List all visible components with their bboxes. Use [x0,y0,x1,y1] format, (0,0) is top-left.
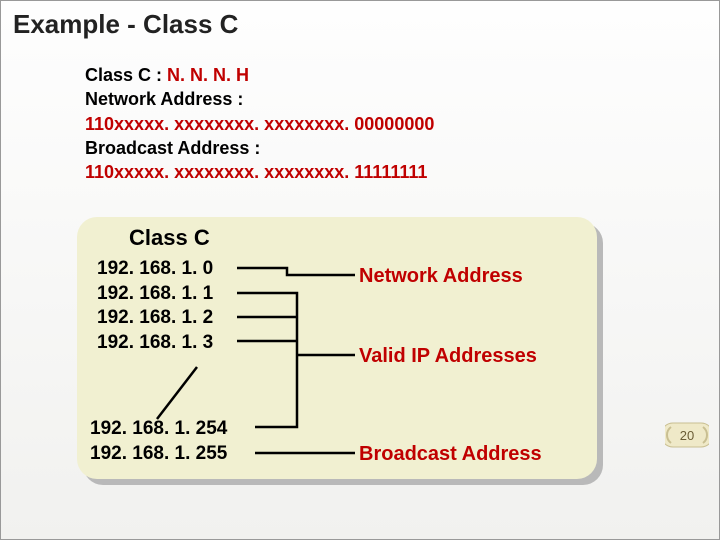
def-line-1-pattern: N. N. N. H [167,65,249,85]
panel-heading: Class C [129,225,210,251]
label-broadcast-address: Broadcast Address [359,443,542,466]
label-network-address: Network Address [359,265,523,288]
page-number-badge: 20 [665,419,709,451]
def-line-1-prefix: Class C : [85,65,167,85]
ip-list-bottom: 192. 168. 1. 254 192. 168. 1. 255 [90,417,227,466]
ip-row: 192. 168. 1. 254 [90,417,227,442]
slide: Example - Class C Class C : N. N. N. H N… [0,0,720,540]
label-valid-ip: Valid IP Addresses [359,345,537,368]
ip-row: 192. 168. 1. 1 [97,282,213,307]
ip-row: 192. 168. 1. 2 [97,306,213,331]
ip-row: 192. 168. 1. 0 [97,257,213,282]
def-line-1: Class C : N. N. N. H [85,63,434,87]
slide-title: Example - Class C [13,9,238,40]
ip-row: 192. 168. 1. 255 [90,442,227,467]
def-line-5: 110xxxxx. xxxxxxxx. xxxxxxxx. 11111111 [85,160,434,184]
ip-list-top: 192. 168. 1. 0 192. 168. 1. 1 192. 168. … [97,257,213,356]
def-line-2: Network Address : [85,87,434,111]
def-line-4: Broadcast Address : [85,136,434,160]
ip-row: 192. 168. 1. 3 [97,331,213,356]
example-panel: Class C 192. 168. 1. 0 192. 168. 1. 1 19… [77,217,597,479]
definition-block: Class C : N. N. N. H Network Address : 1… [85,63,434,184]
page-number: 20 [665,419,709,451]
def-line-3: 110xxxxx. xxxxxxxx. xxxxxxxx. 00000000 [85,112,434,136]
